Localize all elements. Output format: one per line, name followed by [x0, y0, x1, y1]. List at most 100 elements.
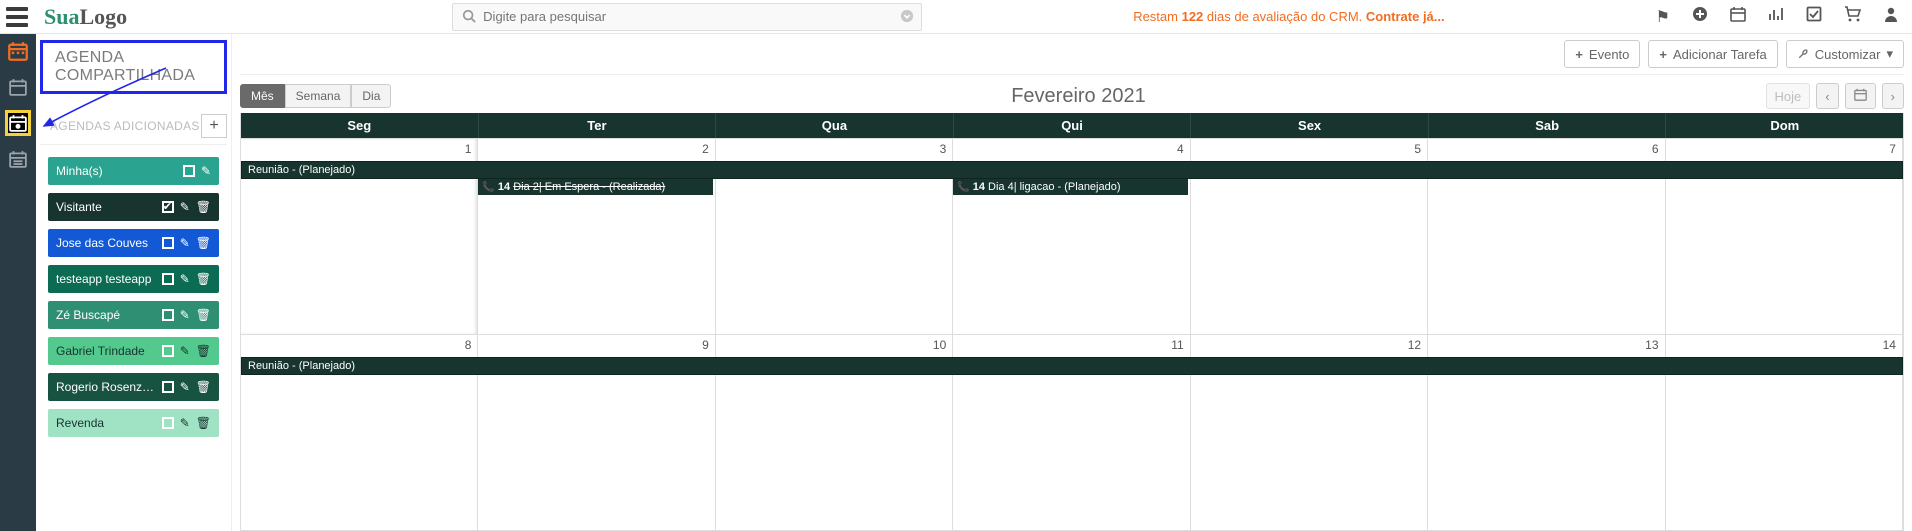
agenda-label: Zé Buscapé — [56, 308, 120, 322]
agenda-item[interactable]: testeapp testeapp✎🗑 — [48, 265, 219, 293]
view-week-button[interactable]: Semana — [285, 84, 352, 108]
dow-cell: Seg — [241, 113, 479, 138]
agenda-label: Visitante — [56, 200, 102, 214]
pencil-icon[interactable]: ✎ — [180, 344, 190, 358]
agenda-checkbox[interactable] — [162, 201, 174, 213]
day-number: 7 — [1889, 142, 1896, 156]
agenda-list: Minha(s)✎Visitante✎🗑Jose das Couves✎🗑tes… — [40, 145, 227, 449]
dow-cell: Dom — [1666, 113, 1903, 138]
agenda-item[interactable]: Zé Buscapé ✎ 🗑 — [48, 301, 219, 329]
day-number: 8 — [465, 338, 472, 352]
logo-part2: Logo — [79, 4, 127, 29]
agenda-checkbox[interactable] — [162, 417, 174, 429]
agenda-checkbox[interactable] — [162, 381, 174, 393]
cart-icon[interactable] — [1844, 6, 1862, 27]
page-title: AGENDA COMPARTILHADA — [40, 40, 227, 94]
pencil-icon[interactable]: ✎ — [180, 416, 190, 430]
agenda-checkbox[interactable] — [162, 345, 174, 357]
day-number: 2 — [702, 142, 709, 156]
datepicker-button[interactable] — [1845, 83, 1876, 109]
agenda-label: Jose das Couves — [56, 236, 148, 250]
agenda-item[interactable]: Rogerio Rosenzveig✎🗑 — [48, 373, 219, 401]
prev-button[interactable]: ‹ — [1816, 83, 1838, 109]
calendar-title: Fevereiro 2021 — [1011, 85, 1146, 108]
trash-icon[interactable]: 🗑 — [196, 272, 211, 286]
pencil-icon[interactable]: ✎ — [180, 272, 190, 286]
add-agenda-button[interactable]: + — [201, 114, 227, 138]
search-wrap — [452, 3, 922, 31]
add-task-label: Adicionar Tarefa — [1673, 47, 1767, 62]
phone-icon: 📞 — [482, 182, 494, 193]
view-switch: Mês Semana Dia — [240, 84, 391, 108]
agenda-checkbox[interactable] — [162, 237, 174, 249]
trash-icon[interactable]: 🗑 — [196, 236, 211, 250]
view-month-button[interactable]: Mês — [240, 84, 285, 108]
agenda-checkbox[interactable] — [183, 165, 195, 177]
calendar-icon[interactable] — [1730, 6, 1746, 27]
day-event-ter[interactable]: 📞14 Dia 2| Em Espera - (Realizada) — [478, 179, 712, 195]
rail-calendar-shared-icon[interactable] — [7, 112, 29, 134]
pencil-icon[interactable]: ✎ — [180, 380, 190, 394]
agenda-checkbox[interactable] — [162, 309, 174, 321]
add-event-button[interactable]: +Evento — [1564, 40, 1640, 68]
day-event-qui[interactable]: 📞14 Dia 4| ligacao - (Planejado) — [953, 179, 1187, 195]
chart-icon[interactable] — [1768, 6, 1784, 27]
day-number: 14 — [1883, 338, 1896, 352]
calendar-grid: SegTerQuaQuiSexSabDom 12📞14 Dia 2| Em Es… — [240, 113, 1904, 531]
agenda-label: Minha(s) — [56, 164, 103, 178]
calendar-controls: Mês Semana Dia Fevereiro 2021 Hoje ‹ › — [240, 75, 1904, 113]
pencil-icon[interactable]: ✎ — [180, 200, 190, 214]
day-number: 12 — [1408, 338, 1421, 352]
agenda-item[interactable]: Revenda ✎ 🗑 — [48, 409, 219, 437]
agenda-label: Gabriel Trindade — [56, 344, 145, 358]
agenda-item[interactable]: Gabriel Trindade ✎ 🗑 — [48, 337, 219, 365]
phone-icon: 📞 — [957, 182, 969, 193]
calendar-small-icon — [1854, 88, 1867, 101]
dow-cell: Ter — [479, 113, 717, 138]
agenda-checkbox[interactable] — [162, 273, 174, 285]
dow-cell: Sab — [1429, 113, 1667, 138]
allweek-event-2[interactable]: Reunião - (Planejado) — [241, 357, 1903, 375]
checkbox-icon[interactable] — [1806, 6, 1822, 27]
pencil-icon[interactable]: ✎ — [180, 308, 190, 322]
agenda-item[interactable]: Minha(s) ✎ — [48, 157, 219, 185]
search-icon — [462, 9, 476, 26]
user-icon[interactable] — [1884, 6, 1898, 27]
header-icons: ⚑ — [1656, 6, 1904, 27]
clear-icon[interactable] — [900, 9, 914, 26]
trash-icon[interactable]: 🗑 — [196, 416, 211, 430]
next-button[interactable]: › — [1882, 83, 1904, 109]
rail-calendar-alt-icon[interactable] — [7, 76, 29, 98]
trash-icon[interactable]: 🗑 — [196, 380, 211, 394]
pencil-icon[interactable]: ✎ — [201, 164, 211, 178]
top-bar: SuaLogo Restam 122 dias de avaliação do … — [0, 0, 1912, 34]
today-button[interactable]: Hoje — [1766, 83, 1811, 109]
day-number: 5 — [1414, 142, 1421, 156]
rail-calendar-list-icon[interactable] — [7, 148, 29, 170]
agenda-item[interactable]: Jose das Couves ✎ 🗑 — [48, 229, 219, 257]
left-rail — [0, 34, 36, 531]
app-logo[interactable]: SuaLogo — [44, 4, 127, 30]
flag-icon[interactable]: ⚑ — [1656, 7, 1670, 27]
trash-icon[interactable]: 🗑 — [196, 200, 211, 214]
rail-calendar-main-icon[interactable] — [7, 40, 29, 62]
logo-part1: Sua — [44, 4, 79, 29]
trash-icon[interactable]: 🗑 — [196, 308, 211, 322]
trial-link[interactable]: Contrate já... — [1366, 9, 1445, 24]
add-task-button[interactable]: +Adicionar Tarefa — [1648, 40, 1777, 68]
calendar-nav: Hoje ‹ › — [1766, 83, 1904, 109]
agenda-item[interactable]: Visitante ✎ 🗑 — [48, 193, 219, 221]
hamburger-menu[interactable] — [0, 0, 34, 34]
plus-circle-icon[interactable] — [1692, 6, 1708, 27]
trial-mid: dias de avaliação do CRM. — [1203, 9, 1366, 24]
agenda-label: Revenda — [56, 416, 104, 430]
trash-icon[interactable]: 🗑 — [196, 344, 211, 358]
view-day-button[interactable]: Dia — [351, 84, 391, 108]
allweek-event[interactable]: Reunião - (Planejado) — [241, 161, 1903, 179]
customize-button[interactable]: Customizar ▾ — [1786, 40, 1904, 68]
pencil-icon[interactable]: ✎ — [180, 236, 190, 250]
search-input[interactable] — [452, 3, 922, 31]
trial-days: 122 — [1182, 9, 1204, 24]
caret-down-icon: ▾ — [1886, 46, 1893, 62]
dow-cell: Qui — [954, 113, 1192, 138]
